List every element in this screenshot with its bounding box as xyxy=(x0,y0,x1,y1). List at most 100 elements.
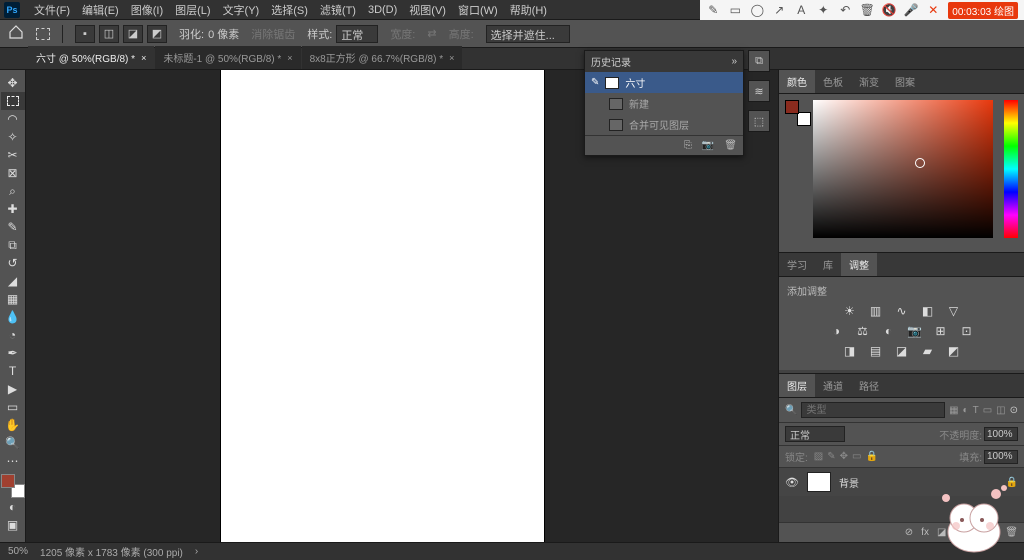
photo-filter-icon[interactable]: 📷 xyxy=(907,324,923,338)
collapse-icon[interactable]: » xyxy=(731,56,737,67)
move-tool[interactable]: ✥ xyxy=(1,74,25,92)
layer-row[interactable]: 👁 背景 🔒 xyxy=(779,468,1024,496)
hue-sat-icon[interactable]: ◑ xyxy=(829,324,845,338)
selection-intersect-icon[interactable]: ◩ xyxy=(147,25,167,43)
color-balance-icon[interactable]: ⚖ xyxy=(855,324,871,338)
layer-name[interactable]: 背景 xyxy=(839,475,859,490)
magic-wand-tool[interactable]: ✧ xyxy=(1,128,25,146)
rect-icon[interactable]: ▭ xyxy=(728,3,742,17)
filter-pixel-icon[interactable]: ▦ xyxy=(949,405,958,416)
threshold-icon[interactable]: ◪ xyxy=(894,344,910,358)
mic-off-icon[interactable]: 🎤 xyxy=(904,3,918,17)
foreground-background-colors[interactable] xyxy=(1,474,25,498)
circle-icon[interactable]: ◯ xyxy=(750,3,764,17)
history-state[interactable]: ✎ 六寸 xyxy=(585,72,743,93)
menu-image[interactable]: 图像(I) xyxy=(125,0,169,20)
menu-edit[interactable]: 编辑(E) xyxy=(76,0,125,20)
layer-thumbnail[interactable] xyxy=(807,472,831,492)
create-doc-from-state-icon[interactable]: ⎘ xyxy=(684,140,692,151)
collapsed-panel-icon[interactable]: ⧉ xyxy=(748,50,770,72)
quick-mask-toggle[interactable]: ◐ xyxy=(1,498,25,516)
chevron-right-icon[interactable]: › xyxy=(195,546,198,557)
style-dropdown[interactable]: 正常 xyxy=(336,25,378,43)
color-field[interactable] xyxy=(813,100,993,238)
tab-learn[interactable]: 学习 xyxy=(779,253,815,276)
pen-tool[interactable]: ✒ xyxy=(1,344,25,362)
document-tab[interactable]: 未标题-1 @ 50%(RGB/8) *× xyxy=(155,46,300,69)
recording-timer[interactable]: 00:03:03 绘图 xyxy=(948,2,1018,19)
color-picker-cursor[interactable] xyxy=(915,158,925,168)
select-and-mask-button[interactable]: 选择并遮住... xyxy=(486,25,570,43)
posterize-icon[interactable]: ▤ xyxy=(868,344,884,358)
crop-tool[interactable]: ✂ xyxy=(1,146,25,164)
tab-paths[interactable]: 路径 xyxy=(851,374,887,397)
eyedropper-tool[interactable]: ⌕ xyxy=(1,182,25,200)
lasso-tool[interactable]: ◠ xyxy=(1,110,25,128)
color-swatch-pair[interactable] xyxy=(785,100,805,120)
history-brush-tool[interactable]: ↺ xyxy=(1,254,25,272)
hand-tool[interactable]: ✋ xyxy=(1,416,25,434)
channel-mixer-icon[interactable]: ⊞ xyxy=(933,324,949,338)
undo-icon[interactable]: ↶ xyxy=(838,3,852,17)
tab-adjustments[interactable]: 调整 xyxy=(841,253,877,276)
layer-locked-icon[interactable]: 🔒 xyxy=(1006,477,1018,488)
document-canvas[interactable] xyxy=(221,70,544,542)
vibrance-icon[interactable]: ▽ xyxy=(946,304,962,318)
menu-type[interactable]: 文字(Y) xyxy=(217,0,266,20)
layer-fx-icon[interactable]: fx xyxy=(921,527,929,538)
document-tab[interactable]: 六寸 @ 50%(RGB/8) *× xyxy=(28,46,154,69)
collapsed-panel-icon[interactable]: ⬚ xyxy=(748,110,770,132)
filter-shape-icon[interactable]: ▭ xyxy=(983,405,992,416)
marquee-tool[interactable] xyxy=(1,92,25,110)
delete-state-icon[interactable]: 🗑 xyxy=(724,140,737,151)
bw-icon[interactable]: ◐ xyxy=(881,324,897,338)
tab-close-icon[interactable]: × xyxy=(141,53,146,63)
tab-color[interactable]: 颜色 xyxy=(779,70,815,93)
invert-icon[interactable]: ◨ xyxy=(842,344,858,358)
menu-filter[interactable]: 滤镜(T) xyxy=(314,0,362,20)
filter-type-icon[interactable]: T xyxy=(973,405,979,416)
layer-filter-input[interactable] xyxy=(801,402,945,418)
tab-close-icon[interactable]: × xyxy=(449,53,454,63)
tab-patterns[interactable]: 图案 xyxy=(887,70,923,93)
lock-image-icon[interactable]: ✎ xyxy=(827,451,835,462)
collapsed-panel-icon[interactable]: ≋ xyxy=(748,80,770,102)
bg-swatch[interactable] xyxy=(797,112,811,126)
menu-window[interactable]: 窗口(W) xyxy=(452,0,504,20)
menu-3d[interactable]: 3D(D) xyxy=(362,2,403,18)
lock-all-icon[interactable]: 🔒 xyxy=(865,451,877,462)
curves-icon[interactable]: ∿ xyxy=(894,304,910,318)
close-icon[interactable]: ✕ xyxy=(926,3,940,17)
eraser-tool[interactable]: ◢ xyxy=(1,272,25,290)
gradient-tool[interactable]: ▦ xyxy=(1,290,25,308)
gradient-map-icon[interactable]: ▰ xyxy=(920,344,936,358)
fg-swatch[interactable] xyxy=(785,100,799,114)
arrow-icon[interactable]: ↗ xyxy=(772,3,786,17)
snapshot-icon[interactable]: 📷 xyxy=(702,140,714,151)
new-group-icon[interactable]: 📁 xyxy=(968,527,980,538)
history-brush-source-icon[interactable]: ✎ xyxy=(591,77,599,88)
filter-adjust-icon[interactable]: ◐ xyxy=(963,405,969,416)
trash-icon[interactable]: 🗑 xyxy=(860,3,874,17)
screen-mode-toggle[interactable]: ▣ xyxy=(1,516,25,534)
document-tab[interactable]: 8x8正方形 @ 66.7%(RGB/8) *× xyxy=(302,46,463,69)
layer-visibility-icon[interactable]: 👁 xyxy=(785,476,799,489)
stamp-tool[interactable]: ⧉ xyxy=(1,236,25,254)
dodge-tool[interactable]: ◔ xyxy=(1,326,25,344)
frame-tool[interactable]: ⊠ xyxy=(1,164,25,182)
zoom-tool[interactable]: 🔍 xyxy=(1,434,25,452)
type-tool[interactable]: T xyxy=(1,362,25,380)
menu-file[interactable]: 文件(F) xyxy=(28,0,76,20)
doc-dimensions[interactable]: 1205 像素 x 1783 像素 (300 ppi) xyxy=(40,544,183,559)
fill-input[interactable] xyxy=(984,450,1018,464)
menu-help[interactable]: 帮助(H) xyxy=(504,0,553,20)
lock-artboard-icon[interactable]: ▭ xyxy=(852,451,861,462)
filter-smart-icon[interactable]: ◫ xyxy=(996,405,1005,416)
feather-value[interactable]: 0 像素 xyxy=(208,26,239,42)
brush-tool[interactable]: ✎ xyxy=(1,218,25,236)
history-panel-header[interactable]: 历史记录 » xyxy=(585,51,743,72)
tab-close-icon[interactable]: × xyxy=(287,53,292,63)
shape-tool[interactable]: ▭ xyxy=(1,398,25,416)
menu-select[interactable]: 选择(S) xyxy=(265,0,314,20)
pen-icon[interactable]: ✎ xyxy=(706,3,720,17)
